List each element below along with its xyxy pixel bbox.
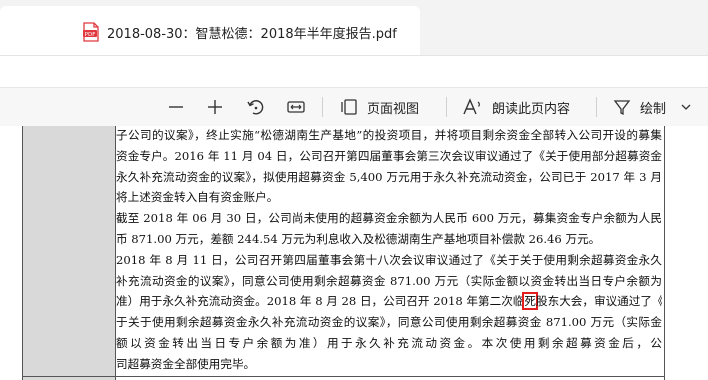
draw-label: 绘制 xyxy=(640,101,667,117)
toolbar-divider xyxy=(322,97,323,117)
page-view-button[interactable]: 页面视图 xyxy=(339,88,419,126)
text-segment: 股东大会，审议通过了《关 xyxy=(536,294,662,309)
page-view-label: 页面视图 xyxy=(367,101,420,117)
toolbar-divider xyxy=(596,97,597,117)
document-text: 子公司的议案》，终止实施“松德湖南生产基地”的投资项目，并将项目剩余资金全部转入… xyxy=(116,125,662,375)
svg-text:PDF: PDF xyxy=(85,32,96,38)
read-aloud-button[interactable]: 朗读此页内容 xyxy=(462,88,570,126)
draw-button[interactable]: 绘制 xyxy=(612,88,692,126)
text-line: 将上述资金转入自有资金账户。 xyxy=(116,190,279,205)
document-page: 子公司的议案》，终止实施“松德湖南生产基地”的投资项目，并将项目剩余资金全部转入… xyxy=(0,126,708,380)
text-line: 于关于使用剩余超募资金永久补充流动资金的议案》，同意公司使用剩余超募资金 871… xyxy=(116,315,662,330)
tab-bar: PDF 2018-08-30：智慧松德：2018年半年度报告.pdf xyxy=(0,0,708,56)
highlighted-character: 死 xyxy=(522,292,538,311)
chevron-down-icon[interactable] xyxy=(680,101,692,113)
pdf-toolbar: 页面视图 朗读此页内容 绘制 xyxy=(0,87,708,127)
table-border xyxy=(22,376,665,377)
rotate-icon xyxy=(246,97,266,117)
table-border xyxy=(664,126,665,380)
toolbar-divider xyxy=(446,97,447,117)
tab-title: 2018-08-30：智慧松德：2018年半年度报告.pdf xyxy=(107,27,397,42)
plus-icon xyxy=(205,97,225,117)
text-line: 永久补充流动资金的议案》，拟使用超募资金 5,400 万元用于永久补充流动资金，… xyxy=(116,169,662,184)
table-label-column xyxy=(22,126,116,380)
zoom-in-button[interactable] xyxy=(205,88,225,126)
read-aloud-label: 朗读此页内容 xyxy=(492,101,571,117)
text-line: 子公司的议案》，终止实施“松德湖南生产基地”的投资项目，并将项目剩余资金全部转入… xyxy=(116,128,662,142)
fit-width-icon xyxy=(286,97,306,117)
text-line: 截至 2018 年 06 月 30 日，公司尚未使用的超募资金余额为人民币 60… xyxy=(116,211,662,226)
minus-icon xyxy=(166,97,186,117)
text-segment: 准）用于永久补充流动资金。2018 年 8 月 28 日，公司召开 2018 年… xyxy=(116,294,525,309)
pdf-file-icon: PDF xyxy=(83,22,99,42)
text-line: 2018 年 8 月 11 日，公司召开第四届董事会第十八次会议审议通过了《关于… xyxy=(116,252,662,267)
document-tab[interactable]: PDF 2018-08-30：智慧松德：2018年半年度报告.pdf xyxy=(0,6,420,55)
fit-width-button[interactable] xyxy=(286,88,306,126)
text-line: 司超募资金全部使用完毕。 xyxy=(116,356,256,371)
zoom-out-button[interactable] xyxy=(166,88,186,126)
text-line: 额以资金转出当日专户余额为准）用于永久补充流动资金。本次使用剩余超募资金后，公 xyxy=(116,335,662,350)
text-line: 补充流动资金的议案》，同意公司使用剩余超募资金 871.00 万元（实际金额以资… xyxy=(116,273,662,288)
text-line: 币 871.00 万元，差额 244.54 万元为利息收入及松德湖南生产基地项目… xyxy=(116,231,601,246)
rotate-button[interactable] xyxy=(246,88,266,126)
text-line: 准）用于永久补充流动资金。2018 年 8 月 28 日，公司召开 2018 年… xyxy=(116,291,662,312)
draw-icon xyxy=(612,97,632,117)
read-aloud-icon xyxy=(462,97,484,117)
page-view-icon xyxy=(339,97,359,117)
text-line: 资金专户。2016 年 11 月 04 日，公司召开第四届董事会第三次会议审议通… xyxy=(116,148,662,163)
address-band xyxy=(0,56,708,86)
